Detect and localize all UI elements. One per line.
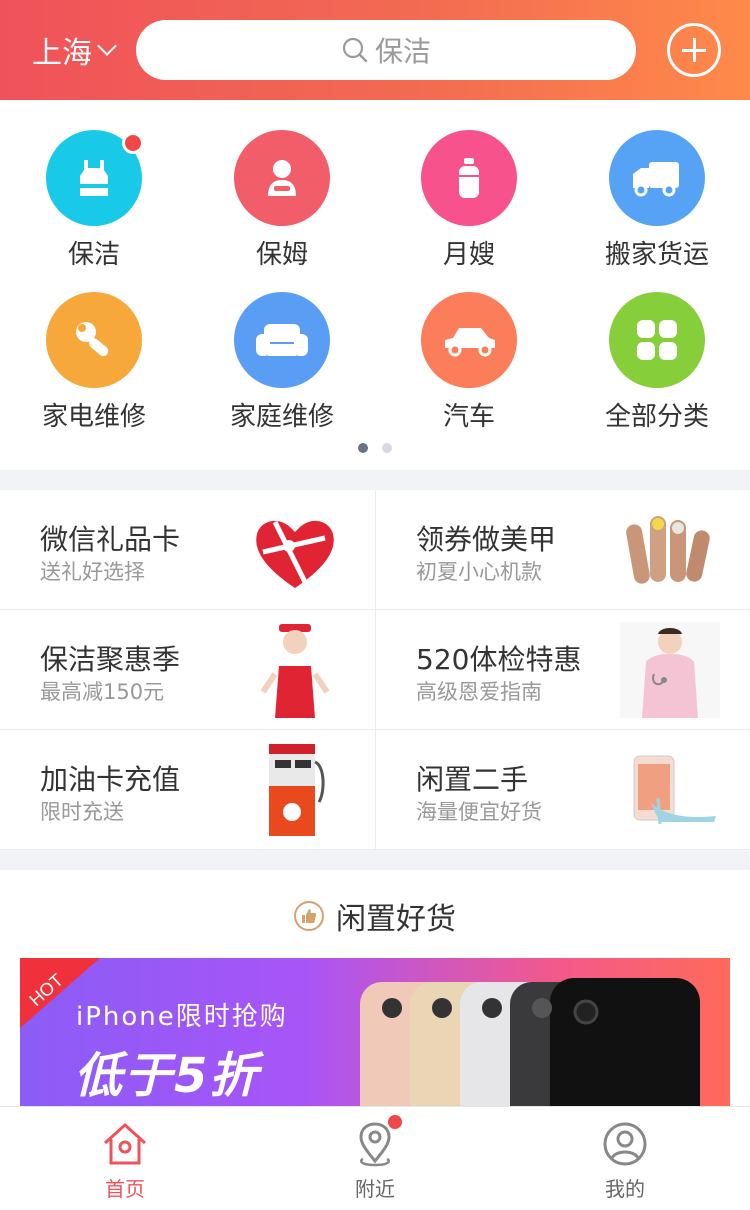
promo-title: 微信礼品卡 — [40, 523, 181, 556]
page-dot — [382, 443, 392, 453]
category-grid: 保洁 保姆 月嫂 搬家货运 家电维修 家庭维修 汽车 全部分类 — [0, 100, 750, 470]
section-title: 闲置好货 — [336, 902, 456, 937]
sofa-icon — [234, 292, 330, 388]
bottom-tab-bar: 首页 附近 我的 — [0, 1106, 750, 1206]
tab-label: 我的 — [605, 1177, 645, 1201]
cleaning-icon — [46, 130, 144, 226]
promo-cleaning-season[interactable]: 保洁聚惠季 最高减150元 — [0, 610, 375, 730]
home-icon — [103, 1123, 147, 1165]
gift-heart-image — [256, 520, 334, 588]
promo-fuel-card[interactable]: 加油卡充值 限时充送 — [0, 730, 375, 850]
car-icon — [421, 292, 517, 388]
promo-health-check[interactable]: 520体检特惠 高级恩爱指南 — [375, 610, 750, 730]
promo-second-hand[interactable]: 闲置二手 海量便宜好货 — [375, 730, 750, 850]
category-all[interactable]: 全部分类 — [563, 292, 750, 442]
category-moving[interactable]: 搬家货运 — [563, 130, 750, 280]
phone-heels-image — [633, 755, 716, 825]
category-label: 月嫂 — [442, 240, 495, 270]
promo-subtitle: 最高减150元 — [40, 680, 165, 704]
category-label: 搬家货运 — [604, 240, 709, 270]
promo-title: 520体检特惠 — [416, 643, 582, 676]
page-indicator — [0, 443, 750, 453]
tab-nearby[interactable]: 附近 — [250, 1107, 500, 1206]
wrench-icon — [46, 292, 142, 388]
iphone-image — [360, 978, 700, 1118]
city-label: 上海 — [32, 36, 92, 71]
promo-title: 闲置二手 — [416, 763, 529, 796]
promo-subtitle: 初夏小心机款 — [416, 560, 542, 584]
grid-icon — [609, 292, 705, 388]
search-bar[interactable]: 保洁 — [136, 20, 636, 80]
category-home-repair[interactable]: 家庭维修 — [188, 292, 376, 442]
gas-pump-image — [269, 744, 325, 836]
notification-dot — [388, 1115, 402, 1129]
notification-dot — [122, 132, 144, 154]
search-placeholder: 保洁 — [374, 35, 431, 68]
tab-home[interactable]: 首页 — [0, 1107, 250, 1206]
promo-subtitle: 高级恩爱指南 — [416, 680, 542, 704]
baby-bottle-icon — [421, 130, 517, 226]
category-appliance-repair[interactable]: 家电维修 — [0, 292, 188, 442]
iphone-promo-banner[interactable]: HOT iPhone限时抢购 低于5折 — [20, 958, 730, 1118]
nanny-icon — [234, 130, 330, 226]
category-label: 家庭维修 — [229, 402, 334, 432]
cleaner-woman-image — [260, 624, 330, 718]
promo-gift-card[interactable]: 微信礼品卡 送礼好选择 — [0, 490, 375, 610]
category-label: 家电维修 — [41, 402, 146, 432]
promo-subtitle: 送礼好选择 — [40, 560, 145, 584]
header: 上海 保洁 — [0, 0, 750, 100]
category-label: 全部分类 — [604, 402, 709, 432]
promo-title: 加油卡充值 — [40, 763, 181, 796]
search-icon — [342, 37, 368, 63]
promo-manicure[interactable]: 领券做美甲 初夏小心机款 — [375, 490, 750, 610]
promo-grid: 微信礼品卡 送礼好选择 领券做美甲 初夏小心机款 保洁聚惠季 最高减150元 5… — [0, 490, 750, 850]
manicure-image — [626, 516, 710, 584]
nurse-image — [620, 622, 720, 718]
section-header: 闲置好货 — [0, 894, 750, 938]
promo-subtitle: 限时充送 — [40, 800, 124, 824]
category-car[interactable]: 汽车 — [375, 292, 563, 442]
category-nanny[interactable]: 保姆 — [188, 130, 376, 280]
city-selector[interactable]: 上海 — [32, 28, 117, 72]
banner-line-2: 低于5折 — [74, 1048, 260, 1104]
thumbs-up-icon — [294, 901, 324, 931]
tab-mine[interactable]: 我的 — [500, 1107, 750, 1206]
tab-label: 附近 — [355, 1177, 395, 1201]
promo-title: 领券做美甲 — [416, 523, 557, 556]
add-button[interactable] — [667, 23, 721, 77]
page-dot-active — [358, 443, 368, 453]
category-label: 汽车 — [442, 402, 495, 432]
promo-title: 保洁聚惠季 — [40, 643, 181, 676]
tab-label: 首页 — [105, 1177, 145, 1201]
category-label: 保洁 — [67, 240, 120, 270]
category-maternity[interactable]: 月嫂 — [375, 130, 563, 280]
category-label: 保姆 — [255, 240, 308, 270]
location-icon — [359, 1122, 391, 1167]
user-icon — [603, 1122, 647, 1166]
truck-icon — [609, 130, 705, 226]
promo-subtitle: 海量便宜好货 — [416, 800, 542, 824]
chevron-down-icon — [97, 36, 117, 56]
banner-line-1: iPhone限时抢购 — [76, 1002, 288, 1032]
category-cleaning[interactable]: 保洁 — [0, 130, 188, 280]
